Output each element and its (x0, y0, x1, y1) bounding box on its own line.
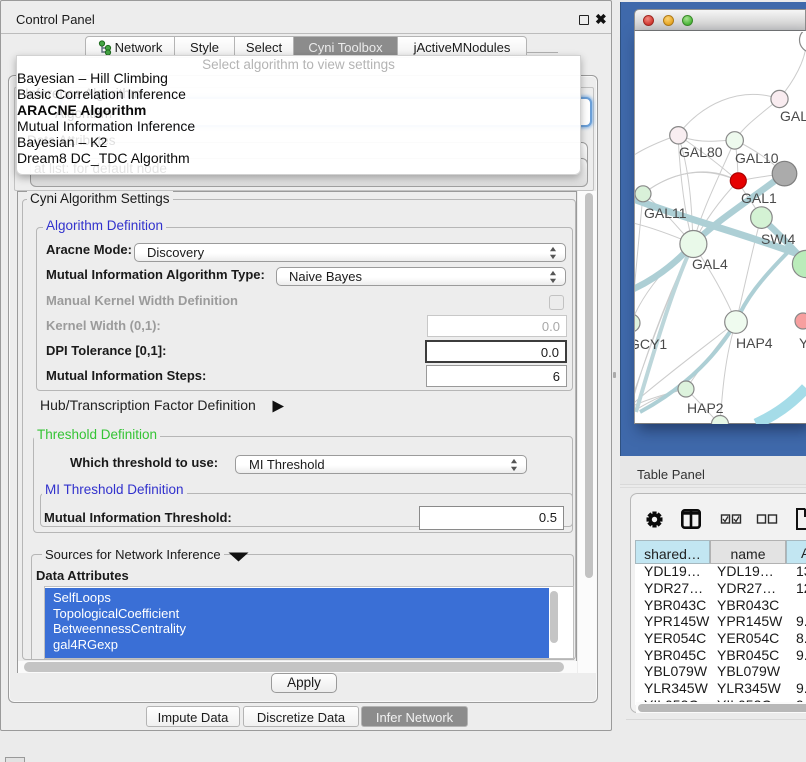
svg-text:GAL10: GAL10 (735, 150, 779, 166)
svg-text:GCY1: GCY1 (635, 336, 667, 352)
svg-text:SWI4: SWI4 (761, 231, 795, 247)
svg-text:GAL1: GAL1 (741, 190, 777, 206)
svg-text:HAP2: HAP2 (687, 400, 724, 416)
svg-text:GAL80: GAL80 (679, 144, 723, 160)
svg-text:GAL4: GAL4 (692, 256, 728, 272)
svg-text:Y: Y (799, 335, 806, 351)
svg-text:GAL11: GAL11 (644, 205, 687, 221)
svg-text:HAP4: HAP4 (736, 335, 773, 351)
svg-text:GAL: GAL (780, 108, 806, 124)
